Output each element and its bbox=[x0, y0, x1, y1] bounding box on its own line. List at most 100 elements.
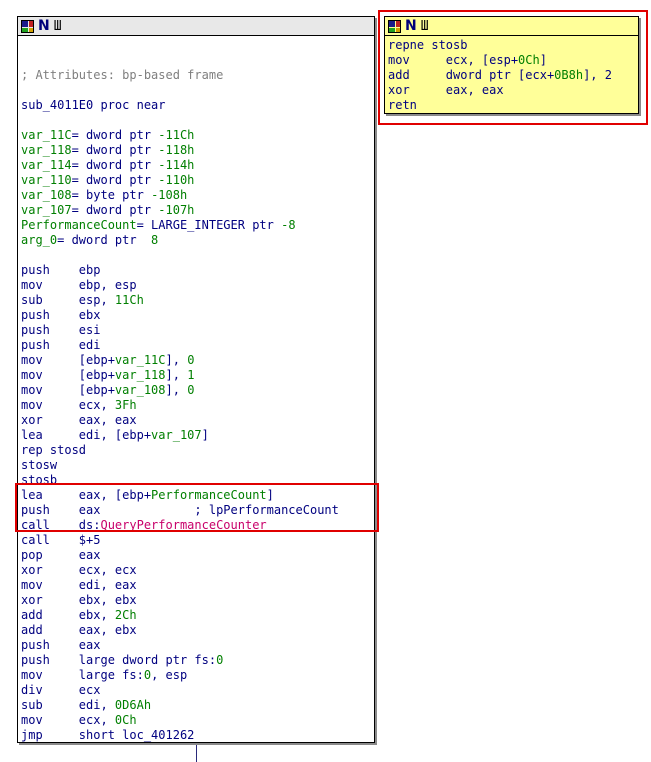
variable-token: var_118 bbox=[114, 368, 166, 382]
code-line[interactable]: sub edi, 0D6Ah bbox=[21, 698, 374, 713]
variable-token: var_107 bbox=[21, 203, 72, 217]
code-line[interactable]: mov ebp, esp bbox=[21, 278, 374, 293]
code-token: = dword ptr bbox=[71, 173, 159, 187]
code-line[interactable]: arg_0= dword ptr 8 bbox=[21, 233, 374, 248]
code-line[interactable]: var_110= dword ptr -110h bbox=[21, 173, 374, 188]
code-line[interactable]: push esi bbox=[21, 323, 374, 338]
code-line[interactable]: sub esp, 11Ch bbox=[21, 293, 374, 308]
code-block-main[interactable]: N Ш ; Attributes: bp-based frame sub_4011… bbox=[17, 16, 375, 743]
number-token: 0Ch bbox=[114, 713, 137, 727]
code-token: = dword ptr bbox=[71, 128, 159, 142]
code-token: mov ecx, bbox=[21, 398, 115, 412]
number-token: -110h bbox=[158, 173, 195, 187]
number-token: -8 bbox=[281, 218, 296, 232]
code-line[interactable]: mov ecx, 0Ch bbox=[21, 713, 374, 728]
code-token: xor ecx, ecx bbox=[21, 563, 137, 577]
code-token: ], bbox=[165, 353, 188, 367]
code-line[interactable]: mov [ebp+var_11C], 0 bbox=[21, 353, 374, 368]
code-line[interactable]: div ecx bbox=[21, 683, 374, 698]
code-line[interactable]: add ebx, 2Ch bbox=[21, 608, 374, 623]
variable-token: PerformanceCount bbox=[21, 218, 137, 232]
code-line[interactable]: push ebp bbox=[21, 263, 374, 278]
code-block-titlebar[interactable]: N Ш bbox=[18, 17, 374, 36]
code-line[interactable]: var_114= dword ptr -114h bbox=[21, 158, 374, 173]
code-line[interactable]: xor ecx, ecx bbox=[21, 563, 374, 578]
number-token: 0 bbox=[216, 653, 224, 667]
code-token: jmp short loc_401262 bbox=[21, 728, 195, 742]
code-line[interactable]: var_11C= dword ptr -11Ch bbox=[21, 128, 374, 143]
code-line[interactable]: rep stosd bbox=[21, 443, 374, 458]
flow-edge bbox=[196, 742, 197, 762]
code-token: div ecx bbox=[21, 683, 101, 697]
code-token: = dword ptr bbox=[71, 203, 159, 217]
code-line[interactable]: push large dword ptr fs:0 bbox=[21, 653, 374, 668]
comment-token: ; Attributes: bp-based frame bbox=[21, 68, 224, 82]
code-line[interactable]: sub_4011E0 proc near bbox=[21, 98, 374, 113]
code-line[interactable]: mov large fs:0, esp bbox=[21, 668, 374, 683]
code-token: = dword ptr bbox=[71, 143, 159, 157]
code-line[interactable]: var_118= dword ptr -118h bbox=[21, 143, 374, 158]
code-line[interactable]: stosw bbox=[21, 458, 374, 473]
code-token: stosw bbox=[21, 458, 58, 472]
code-token: mov large fs: bbox=[21, 668, 144, 682]
code-line[interactable]: xor eax, eax bbox=[21, 413, 374, 428]
code-token: rep stosd bbox=[21, 443, 87, 457]
code-line[interactable]: mov edi, eax bbox=[21, 578, 374, 593]
code-line[interactable]: jmp short loc_401262 bbox=[21, 728, 374, 743]
code-token: , esp bbox=[151, 668, 188, 682]
code-line[interactable]: lea edi, [ebp+var_107] bbox=[21, 428, 374, 443]
number-token: 8 bbox=[151, 233, 159, 247]
number-token: 1 bbox=[187, 368, 195, 382]
code-token: add ebx, bbox=[21, 608, 115, 622]
code-line[interactable]: pop eax bbox=[21, 548, 374, 563]
code-line[interactable]: xor ebx, ebx bbox=[21, 593, 374, 608]
code-line[interactable]: push ebx bbox=[21, 308, 374, 323]
code-token: ], bbox=[165, 383, 188, 397]
variable-token: var_11C bbox=[21, 128, 72, 142]
variable-token: var_114 bbox=[21, 158, 72, 172]
code-token: call $+5 bbox=[21, 533, 101, 547]
highlight-query-performance-counter bbox=[15, 483, 379, 532]
code-token: = LARGE_INTEGER ptr bbox=[136, 218, 282, 232]
code-token: sub esp, bbox=[21, 293, 115, 307]
w-icon[interactable]: Ш bbox=[54, 20, 62, 33]
highlight-handler-block bbox=[378, 10, 648, 125]
code-token: mov [ebp+ bbox=[21, 383, 115, 397]
code-token: mov ebp, esp bbox=[21, 278, 137, 292]
code-line[interactable] bbox=[21, 113, 374, 128]
code-line[interactable]: mov ecx, 3Fh bbox=[21, 398, 374, 413]
code-line[interactable]: mov [ebp+var_108], 0 bbox=[21, 383, 374, 398]
code-token: pop eax bbox=[21, 548, 101, 562]
code-line[interactable] bbox=[21, 83, 374, 98]
number-token: 0 bbox=[143, 668, 152, 682]
n-icon[interactable]: N bbox=[38, 19, 50, 33]
code-line[interactable] bbox=[21, 38, 374, 53]
code-token: ] bbox=[201, 428, 209, 442]
disassembly-listing: ; Attributes: bp-based frame sub_4011E0 p… bbox=[18, 36, 374, 743]
code-line[interactable]: PerformanceCount= LARGE_INTEGER ptr -8 bbox=[21, 218, 374, 233]
number-token: -11Ch bbox=[158, 128, 195, 142]
number-token: -118h bbox=[158, 143, 195, 157]
code-line[interactable] bbox=[21, 53, 374, 68]
code-line[interactable]: mov [ebp+var_118], 1 bbox=[21, 368, 374, 383]
variable-token: var_108 bbox=[21, 188, 72, 202]
code-line[interactable]: ; Attributes: bp-based frame bbox=[21, 68, 374, 83]
code-line[interactable] bbox=[21, 248, 374, 263]
code-token: mov [ebp+ bbox=[21, 353, 115, 367]
code-token: push large dword ptr fs: bbox=[21, 653, 217, 667]
code-token: = byte ptr bbox=[71, 188, 152, 202]
code-line[interactable]: call $+5 bbox=[21, 533, 374, 548]
number-token: 2Ch bbox=[114, 608, 137, 622]
variable-token: var_118 bbox=[21, 143, 72, 157]
code-line[interactable]: add eax, ebx bbox=[21, 623, 374, 638]
number-token: 0 bbox=[187, 383, 195, 397]
variable-token: arg_0 bbox=[21, 233, 58, 247]
grid-icon[interactable] bbox=[21, 19, 34, 33]
code-token: push edi bbox=[21, 338, 101, 352]
code-line[interactable]: var_107= dword ptr -107h bbox=[21, 203, 374, 218]
code-token: = dword ptr bbox=[71, 158, 159, 172]
code-line[interactable]: push eax bbox=[21, 638, 374, 653]
code-line[interactable]: var_108= byte ptr -108h bbox=[21, 188, 374, 203]
code-line[interactable]: push edi bbox=[21, 338, 374, 353]
code-token: = dword ptr bbox=[57, 233, 152, 247]
